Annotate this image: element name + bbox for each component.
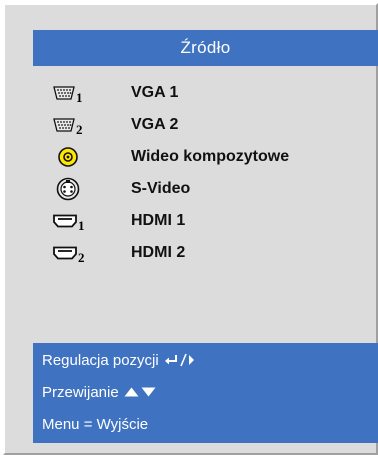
help-exit-text: Menu = Wyjście bbox=[42, 415, 149, 433]
help-adjust-line: Regulacja pozycji bbox=[42, 347, 195, 373]
hdmi-icon: 2 bbox=[53, 239, 97, 267]
vga-index-badge: 1 bbox=[76, 90, 83, 105]
right-arrow-icon bbox=[188, 354, 195, 366]
slash-icon bbox=[179, 353, 187, 367]
source-item-hdmi2[interactable]: 2 HDMI 2 bbox=[33, 237, 378, 269]
help-panel: Regulacja pozycji Przewijanie Menu = Wyj… bbox=[33, 343, 378, 443]
s-video-icon bbox=[53, 175, 97, 203]
source-menu-panel: Źródło 1 VGA 1 2 VGA 2 Wideo kompozytowe… bbox=[3, 3, 378, 455]
source-item-vga2[interactable]: 2 VGA 2 bbox=[33, 109, 378, 141]
composite-video-icon bbox=[53, 143, 97, 171]
hdmi-index-badge: 1 bbox=[78, 218, 85, 233]
source-item-hdmi1[interactable]: 1 HDMI 1 bbox=[33, 205, 378, 237]
source-label: VGA 1 bbox=[131, 84, 179, 101]
source-item-composite[interactable]: Wideo kompozytowe bbox=[33, 141, 378, 173]
source-label: HDMI 1 bbox=[131, 212, 186, 229]
source-item-vga1[interactable]: 1 VGA 1 bbox=[33, 77, 378, 109]
source-label: Wideo kompozytowe bbox=[131, 148, 290, 165]
source-label: VGA 2 bbox=[131, 116, 179, 133]
enter-icon bbox=[164, 354, 179, 366]
vga-icon: 1 bbox=[53, 79, 97, 107]
vga-index-badge: 2 bbox=[76, 122, 83, 137]
source-item-s-video[interactable]: S-Video bbox=[33, 173, 378, 205]
down-arrow-icon bbox=[141, 387, 156, 397]
source-label: S-Video bbox=[131, 180, 191, 197]
vga-icon: 2 bbox=[53, 111, 97, 139]
menu-title-text: Źródło bbox=[180, 38, 231, 57]
help-adjust-text: Regulacja pozycji bbox=[42, 351, 159, 369]
up-arrow-icon bbox=[124, 387, 139, 397]
help-exit-line: Menu = Wyjście bbox=[42, 411, 148, 437]
menu-title: Źródło bbox=[33, 30, 378, 66]
help-scroll-line: Przewijanie bbox=[42, 379, 156, 405]
help-scroll-text: Przewijanie bbox=[42, 383, 119, 401]
hdmi-icon: 1 bbox=[53, 207, 97, 235]
hdmi-index-badge: 2 bbox=[78, 250, 85, 265]
source-label: HDMI 2 bbox=[131, 244, 186, 261]
